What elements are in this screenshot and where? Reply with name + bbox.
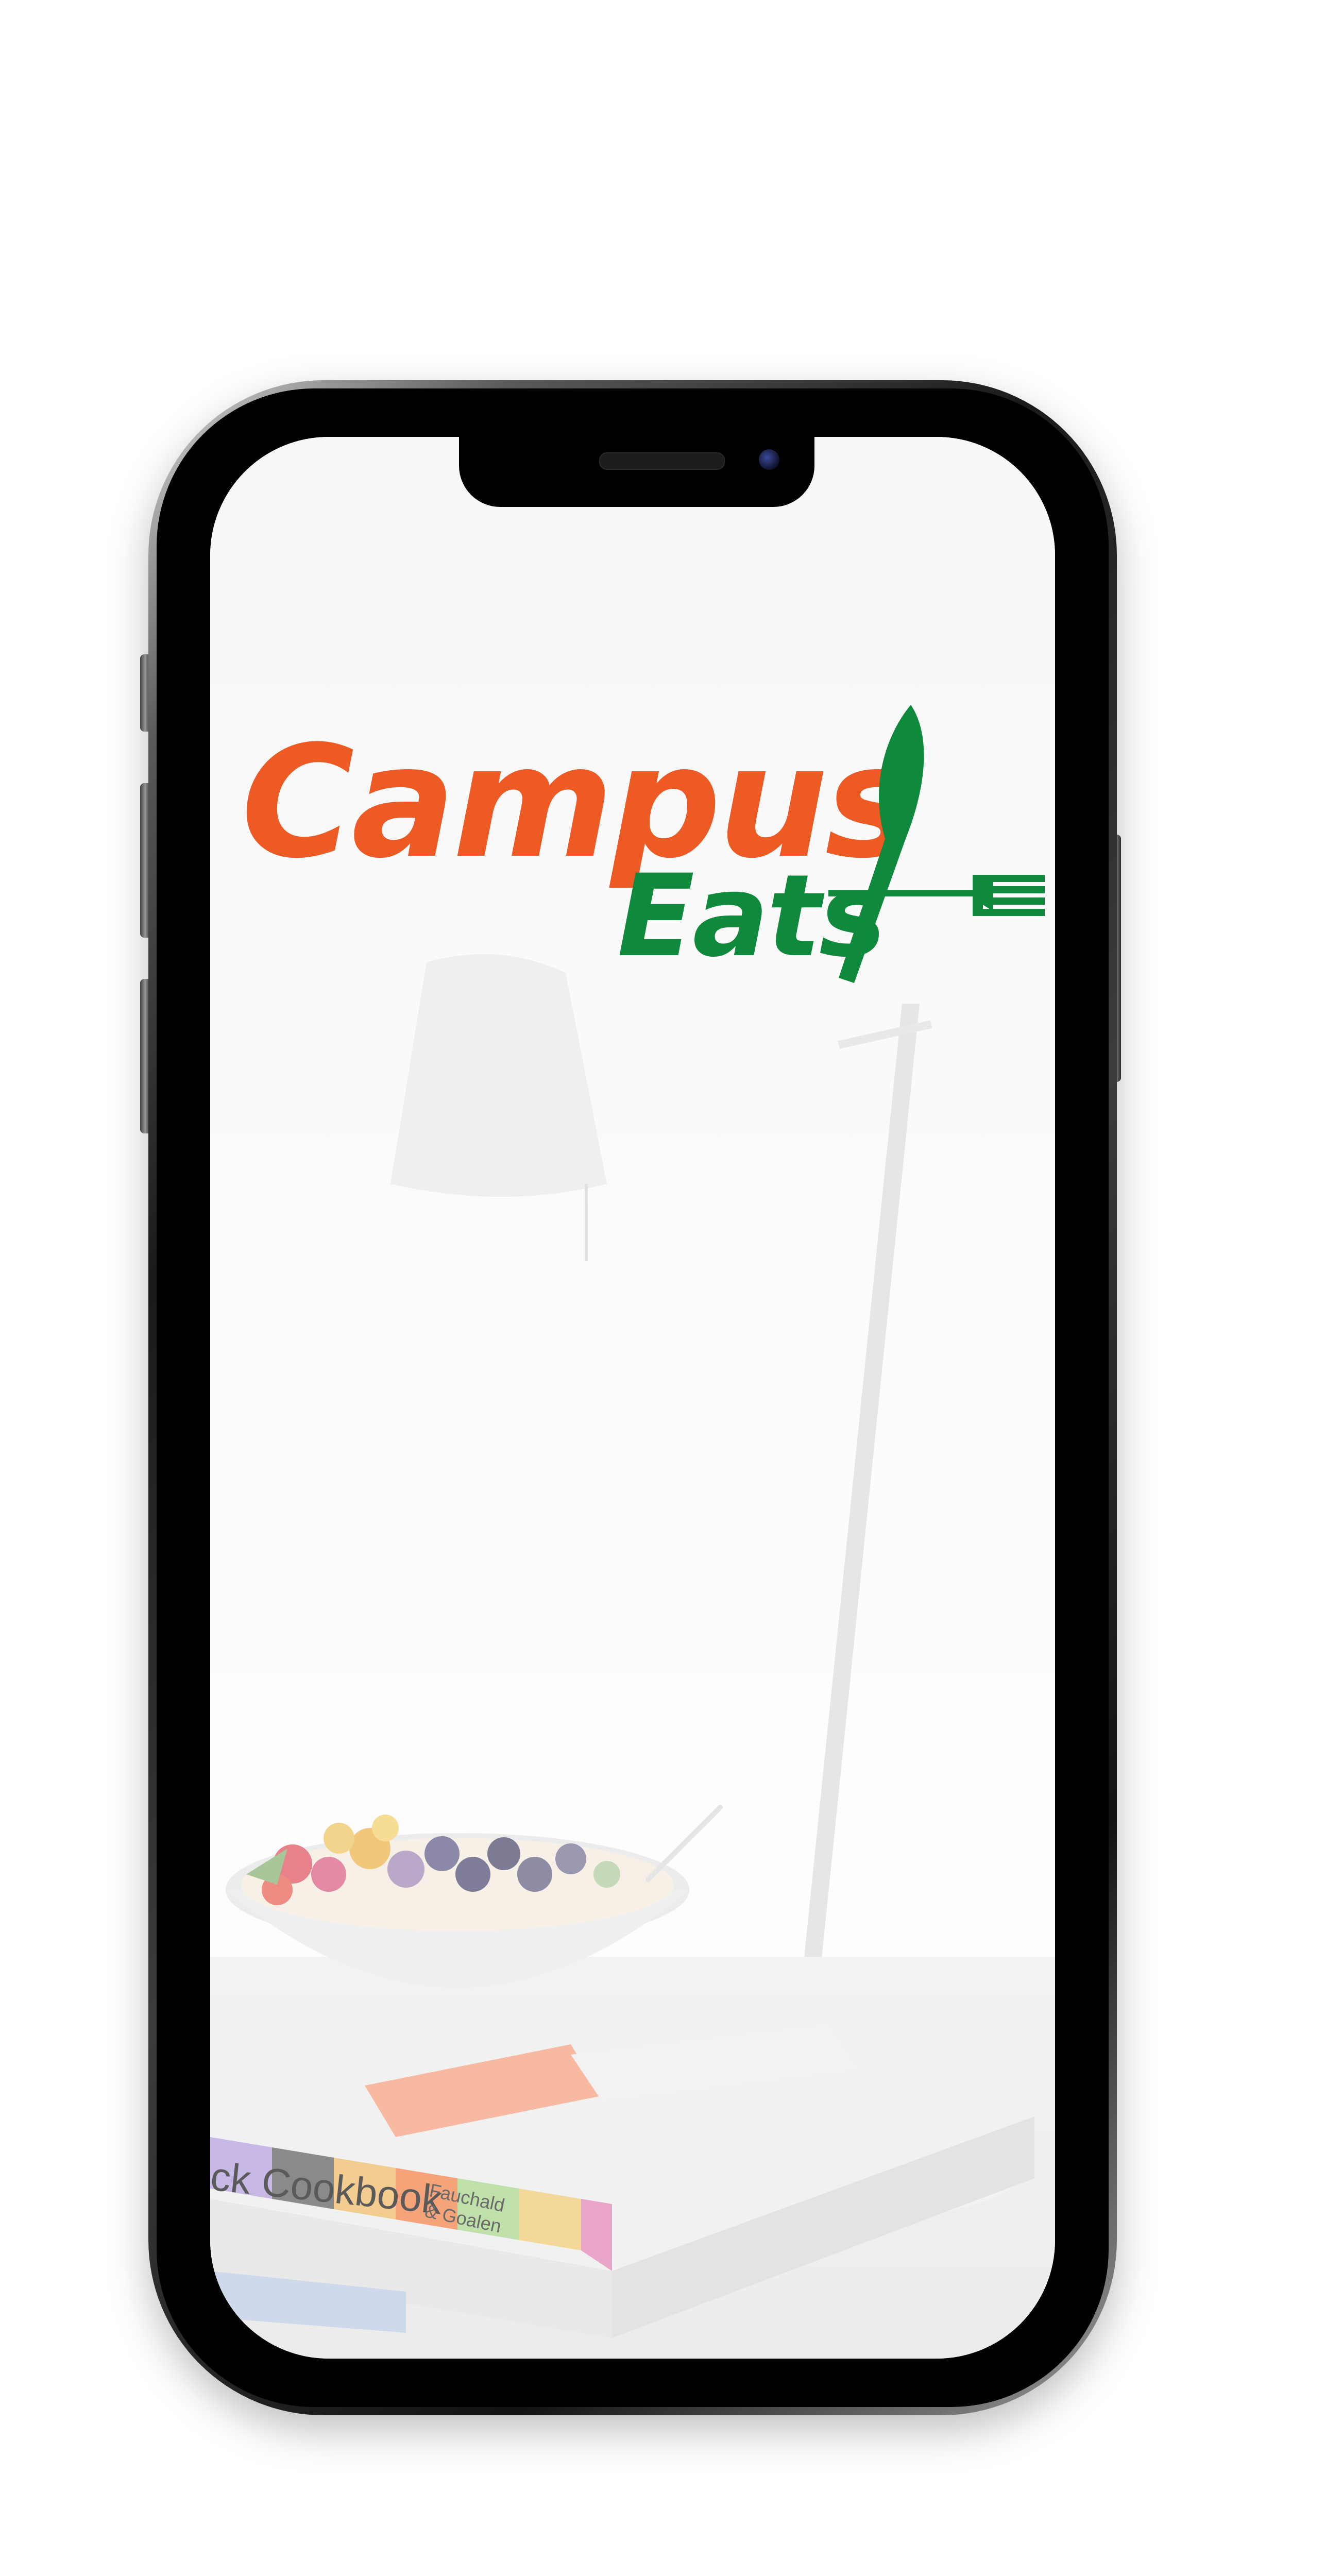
fruit-bowl — [226, 1805, 723, 1988]
mockup-stage: ck Cookbook Fauchald & Goalen Campus Eat… — [0, 0, 1342, 2576]
earpiece-speaker — [599, 452, 725, 470]
phone-notch — [459, 437, 814, 507]
splash-screen: ck Cookbook Fauchald & Goalen Campus Eat… — [210, 437, 1055, 2359]
knife-fork-icon — [828, 705, 1045, 983]
campus-eats-logo: Campus Eats — [241, 705, 1045, 993]
front-camera — [759, 449, 779, 470]
book-spine-label: ck Cookbook Fauchald & Goalen — [210, 2153, 602, 2237]
phone-frame: ck Cookbook Fauchald & Goalen Campus Eat… — [148, 380, 1117, 2415]
